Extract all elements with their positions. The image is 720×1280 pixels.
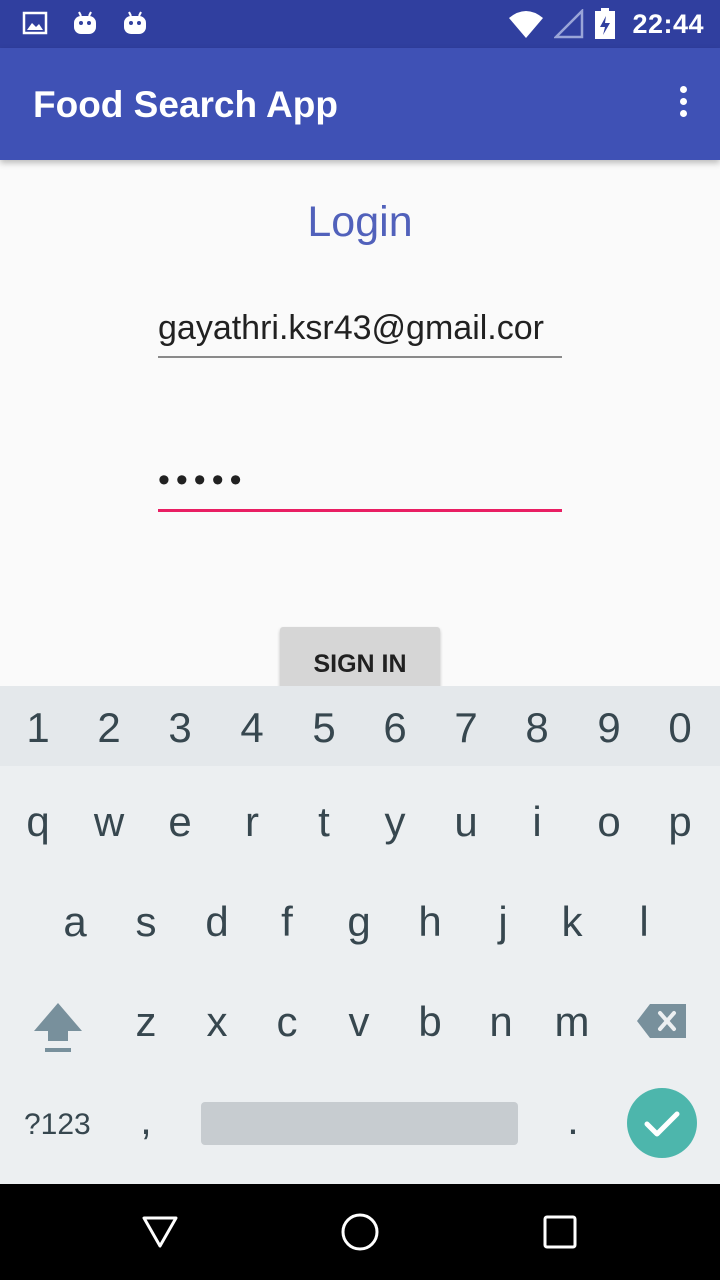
recents-icon[interactable] [538, 1210, 582, 1254]
battery-icon [595, 8, 616, 39]
key-y[interactable]: y [365, 798, 425, 846]
wifi-icon [509, 11, 544, 38]
space-bar[interactable] [201, 1102, 518, 1145]
app-title: Food Search App [33, 84, 338, 125]
key-i[interactable]: i [507, 798, 567, 846]
key-l[interactable]: l [614, 898, 674, 946]
key-n[interactable]: n [471, 998, 531, 1046]
key-u[interactable]: u [436, 798, 496, 846]
key-2[interactable]: 2 [79, 704, 139, 752]
navigation-bar [0, 1184, 720, 1280]
comma-key[interactable]: , [116, 1096, 176, 1144]
key-m[interactable]: m [542, 998, 602, 1046]
key-8[interactable]: 8 [507, 704, 567, 752]
key-f[interactable]: f [257, 898, 317, 946]
shift-icon[interactable] [30, 1001, 86, 1055]
key-b[interactable]: b [400, 998, 460, 1046]
image-notification-icon [22, 11, 48, 35]
key-6[interactable]: 6 [365, 704, 425, 752]
key-g[interactable]: g [329, 898, 389, 946]
checkmark-icon [644, 1111, 680, 1137]
key-j[interactable]: j [473, 898, 533, 946]
home-icon[interactable] [338, 1210, 382, 1254]
app-bar: Food Search App [0, 48, 720, 160]
signal-icon [554, 9, 584, 39]
key-7[interactable]: 7 [436, 704, 496, 752]
key-0[interactable]: 0 [650, 704, 710, 752]
overflow-menu-icon[interactable] [676, 86, 690, 122]
key-5[interactable]: 5 [294, 704, 354, 752]
period-key[interactable]: . [543, 1096, 603, 1144]
key-w[interactable]: w [79, 798, 139, 846]
key-3[interactable]: 3 [150, 704, 210, 752]
key-q[interactable]: q [8, 798, 68, 846]
key-1[interactable]: 1 [8, 704, 68, 752]
android-notification-icon [124, 11, 146, 34]
key-a[interactable]: a [45, 898, 105, 946]
key-t[interactable]: t [294, 798, 354, 846]
android-notification-icon [74, 11, 96, 34]
back-icon[interactable] [138, 1210, 182, 1254]
number-row: 1 2 3 4 5 6 7 8 9 0 [0, 686, 720, 766]
key-k[interactable]: k [542, 898, 602, 946]
email-field[interactable]: gayathri.ksr43@gmail.cor [158, 300, 562, 358]
symbols-key[interactable]: ?123 [24, 1108, 91, 1142]
login-title: Login [307, 198, 413, 246]
key-e[interactable]: e [150, 798, 210, 846]
key-r[interactable]: r [222, 798, 282, 846]
soft-keyboard: 1 2 3 4 5 6 7 8 9 0 q w e r t y u i o p … [0, 686, 720, 1184]
key-c[interactable]: c [257, 998, 317, 1046]
sign-in-button[interactable]: SIGN IN [280, 627, 440, 689]
key-4[interactable]: 4 [222, 704, 282, 752]
key-h[interactable]: h [400, 898, 460, 946]
status-bar: 22:44 [0, 0, 720, 48]
key-v[interactable]: v [329, 998, 389, 1046]
key-d[interactable]: d [187, 898, 247, 946]
key-z[interactable]: z [116, 998, 176, 1046]
backspace-icon[interactable] [636, 1002, 688, 1040]
key-p[interactable]: p [650, 798, 710, 846]
password-field[interactable]: ••••• [158, 455, 562, 512]
key-x[interactable]: x [187, 998, 247, 1046]
enter-key[interactable] [627, 1088, 697, 1158]
key-o[interactable]: o [579, 798, 639, 846]
clock: 22:44 [632, 8, 704, 39]
key-9[interactable]: 9 [579, 704, 639, 752]
key-s[interactable]: s [116, 898, 176, 946]
